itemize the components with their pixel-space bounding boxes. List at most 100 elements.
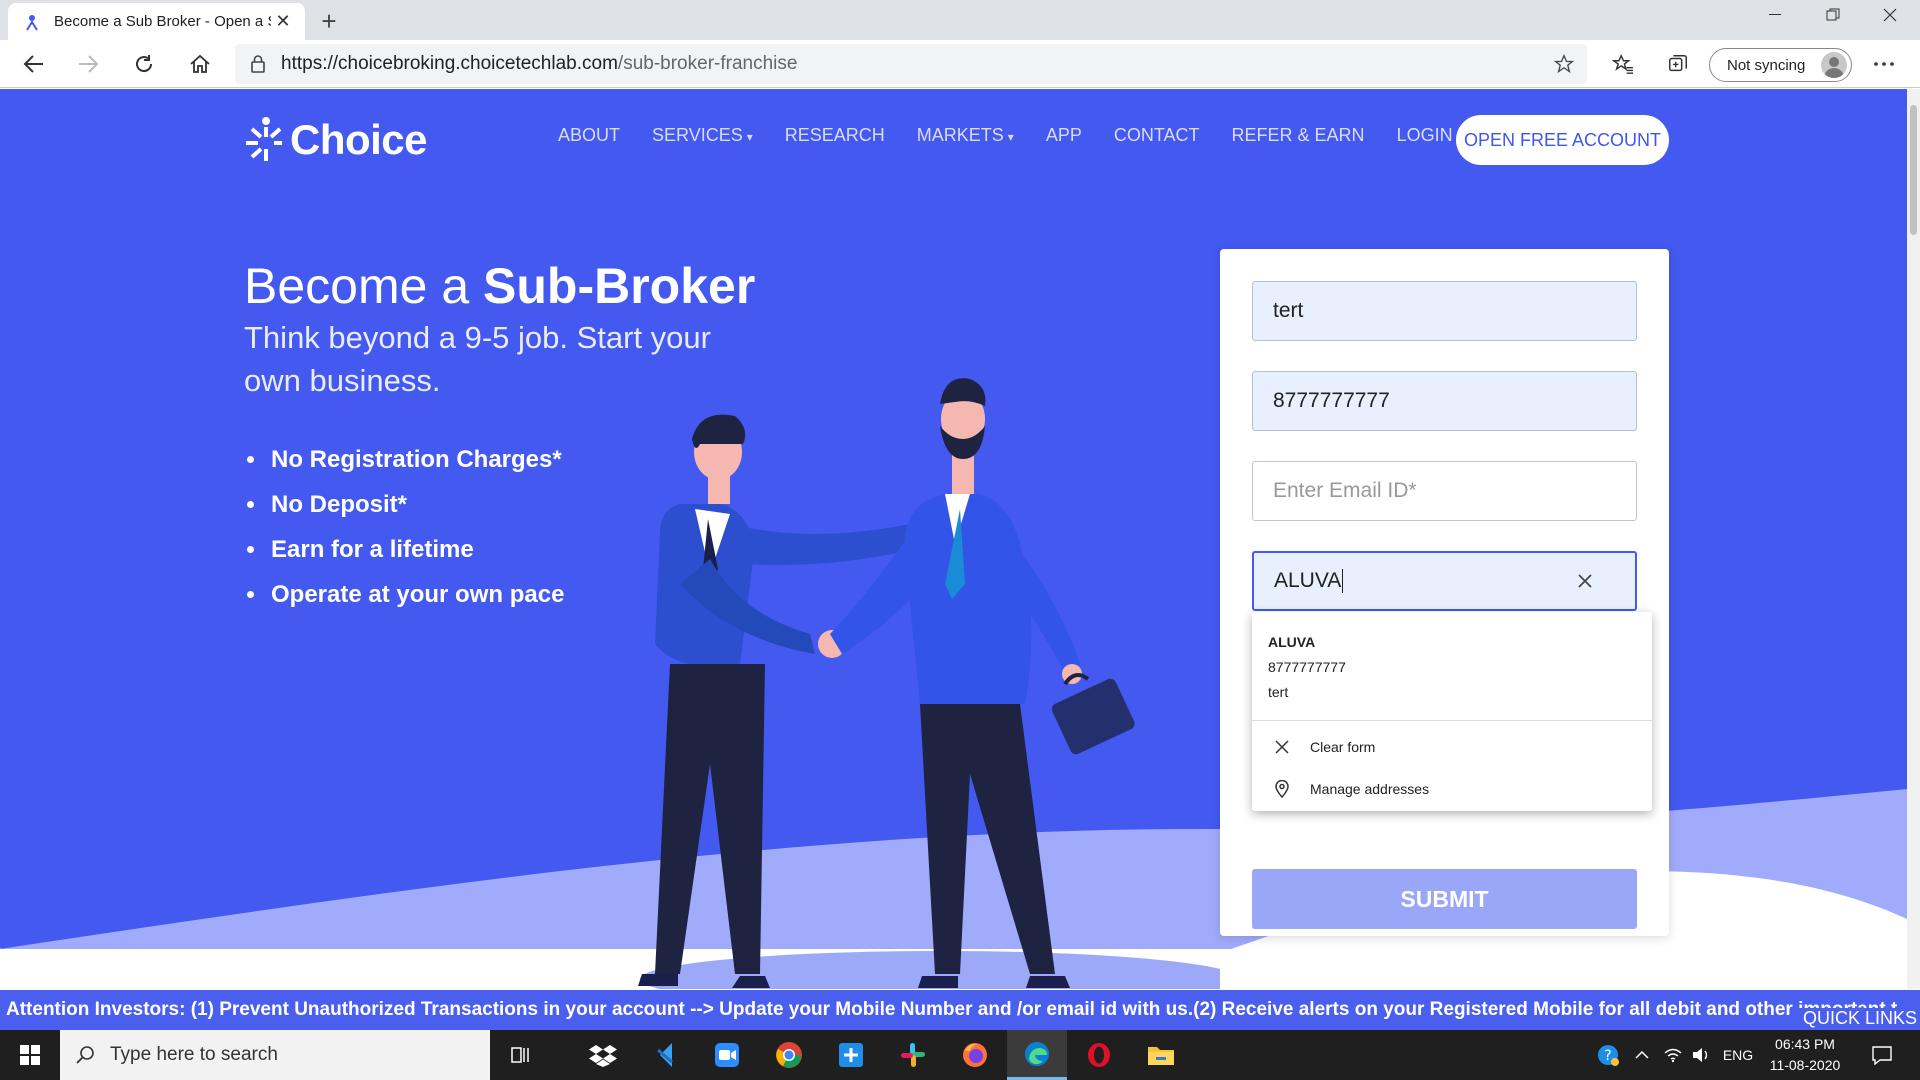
restore-icon[interactable]: [1805, 0, 1861, 30]
hero-title-light: Become a: [244, 258, 484, 314]
nav-markets[interactable]: MARKETS ▾: [917, 125, 1014, 146]
chrome-icon[interactable]: [759, 1030, 819, 1080]
text-cursor: [1342, 569, 1344, 593]
quick-links-button[interactable]: QUICK LINKS: [1797, 1008, 1918, 1029]
wifi-icon[interactable]: [1660, 1030, 1686, 1080]
benefit-item: No Deposit*: [244, 482, 564, 527]
lock-icon[interactable]: [235, 54, 281, 74]
name-field[interactable]: tert: [1252, 281, 1637, 341]
clear-form-option[interactable]: Clear form: [1272, 737, 1375, 757]
handshake-illustration: [638, 378, 1220, 989]
manage-addresses-label: Manage addresses: [1310, 781, 1430, 797]
clock-date: 11-08-2020: [1769, 1057, 1841, 1073]
home-icon[interactable]: [182, 46, 218, 82]
system-clock[interactable]: 06:43 PM 11-08-2020: [1760, 1034, 1850, 1076]
autofill-suggestion[interactable]: ALUVA 8777777777 tert: [1268, 630, 1346, 705]
url-path: /sub-broker-franchise: [617, 53, 798, 74]
opera-icon[interactable]: [1069, 1030, 1129, 1080]
nav-markets-label: MARKETS: [916, 125, 1004, 145]
notifications-icon[interactable]: [1862, 1030, 1902, 1080]
collections-icon[interactable]: [1660, 46, 1696, 82]
dropbox-icon[interactable]: [573, 1030, 633, 1080]
zoom-icon[interactable]: [697, 1030, 757, 1080]
benefit-item: Earn for a lifetime: [244, 527, 564, 572]
refresh-icon[interactable]: [126, 46, 162, 82]
clear-form-label: Clear form: [1310, 739, 1376, 755]
location-pin-icon: [1272, 779, 1292, 799]
email-field[interactable]: Enter Email ID*: [1252, 461, 1637, 521]
plus-app-icon[interactable]: [821, 1030, 881, 1080]
profile-sync-button[interactable]: Not syncing: [1709, 48, 1852, 82]
language-indicator[interactable]: ENG: [1720, 1030, 1756, 1080]
windows-start-icon[interactable]: [0, 1030, 60, 1080]
attention-ticker: Attention Investors: (1) Prevent Unautho…: [0, 990, 1920, 1030]
nav-contact[interactable]: CONTACT: [1114, 125, 1200, 146]
benefits-list: No Registration Charges* No Deposit* Ear…: [244, 437, 564, 617]
choice-logo[interactable]: Choice: [244, 115, 428, 165]
new-tab-icon[interactable]: +: [314, 6, 344, 36]
open-free-account-button[interactable]: OPEN FREE ACCOUNT: [1456, 115, 1669, 165]
more-options-icon[interactable]: [1866, 46, 1902, 82]
volume-icon[interactable]: [1688, 1030, 1714, 1080]
manage-addresses-option[interactable]: Manage addresses: [1272, 779, 1429, 799]
chevron-up-icon[interactable]: [1630, 1030, 1654, 1080]
caret-down-icon: ▾: [1007, 130, 1014, 144]
suggestion-phone: 8777777777: [1268, 659, 1346, 675]
favorite-star-icon[interactable]: [1541, 54, 1587, 74]
help-icon[interactable]: ?: [1590, 1030, 1626, 1080]
browser-tab-strip: Become a Sub Broker - Open a Sub ✕ +: [0, 0, 1920, 40]
hero-title: Become a Sub-Broker: [244, 257, 755, 315]
taskbar-search[interactable]: Type here to search: [60, 1030, 490, 1080]
address-bar[interactable]: https://choicebroking.choicetechlab.com/…: [235, 44, 1587, 84]
forward-icon[interactable]: [70, 46, 106, 82]
nav-refer-earn[interactable]: REFER & EARN: [1232, 125, 1365, 146]
city-field[interactable]: ALUVA: [1252, 551, 1637, 611]
nav-services[interactable]: SERVICES ▾: [652, 125, 753, 146]
sync-label: Not syncing: [1727, 56, 1806, 74]
nav-app[interactable]: APP: [1046, 125, 1082, 146]
caret-down-icon: ▾: [746, 130, 753, 144]
city-field-value: ALUVA: [1274, 569, 1342, 592]
suggestion-main: ALUVA: [1268, 634, 1316, 650]
browser-tab[interactable]: Become a Sub Broker - Open a Sub ✕: [8, 3, 305, 40]
mobile-field[interactable]: 8777777777: [1252, 371, 1637, 431]
main-nav: ABOUT SERVICES ▾ RESEARCH MARKETS ▾ APP CO…: [558, 125, 1495, 146]
search-placeholder: Type here to search: [110, 1044, 278, 1065]
suggestion-name: tert: [1268, 684, 1289, 700]
benefit-item: No Registration Charges*: [244, 437, 564, 482]
autofill-dropdown: ALUVA 8777777777 tert Clear form Manage …: [1252, 612, 1652, 811]
url-domain: https://choicebroking.choicetechlab.com: [281, 53, 618, 74]
hero-title-bold: Sub-Broker: [483, 258, 756, 314]
back-icon[interactable]: [16, 46, 52, 82]
nav-about[interactable]: ABOUT: [558, 125, 620, 146]
clock-time: 06:43 PM: [1775, 1036, 1835, 1052]
close-icon: [1272, 737, 1292, 757]
firefox-icon[interactable]: [945, 1030, 1005, 1080]
nav-login-label: LOGIN: [1396, 125, 1453, 145]
tab-close-icon[interactable]: ✕: [271, 10, 295, 34]
web-page: Choice ABOUT SERVICES ▾ RESEARCH MARKETS ▾…: [0, 89, 1907, 989]
vscode-icon[interactable]: [636, 1030, 696, 1080]
slack-icon[interactable]: [883, 1030, 943, 1080]
favorites-icon[interactable]: [1605, 46, 1641, 82]
nav-services-label: SERVICES: [652, 125, 743, 145]
submit-button[interactable]: SUBMIT: [1252, 869, 1637, 929]
ticker-text: Attention Investors: (1) Prevent Unautho…: [6, 999, 1898, 1020]
nav-research[interactable]: RESEARCH: [785, 125, 885, 146]
logo-text: Choice: [290, 116, 428, 163]
sub-broker-form: tert 8777777777 Enter Email ID* ALUVA SU…: [1220, 249, 1669, 936]
choice-logo-icon: [246, 117, 282, 161]
edge-icon[interactable]: [1007, 1030, 1067, 1080]
task-view-icon[interactable]: [490, 1030, 550, 1080]
scrollbar-thumb[interactable]: [1910, 105, 1917, 235]
close-window-icon[interactable]: [1862, 0, 1918, 30]
site-favicon-icon: [22, 12, 42, 32]
file-explorer-icon[interactable]: [1131, 1030, 1191, 1080]
page-scrollbar[interactable]: [1907, 89, 1920, 989]
clear-input-icon[interactable]: [1575, 571, 1595, 591]
url-text[interactable]: https://choicebroking.choicetechlab.com/…: [281, 53, 1541, 75]
search-icon: [76, 1045, 96, 1065]
nav-login[interactable]: LOGIN▾: [1397, 125, 1463, 146]
minimize-icon[interactable]: [1747, 0, 1803, 30]
svg-text:?: ?: [1604, 1048, 1611, 1064]
